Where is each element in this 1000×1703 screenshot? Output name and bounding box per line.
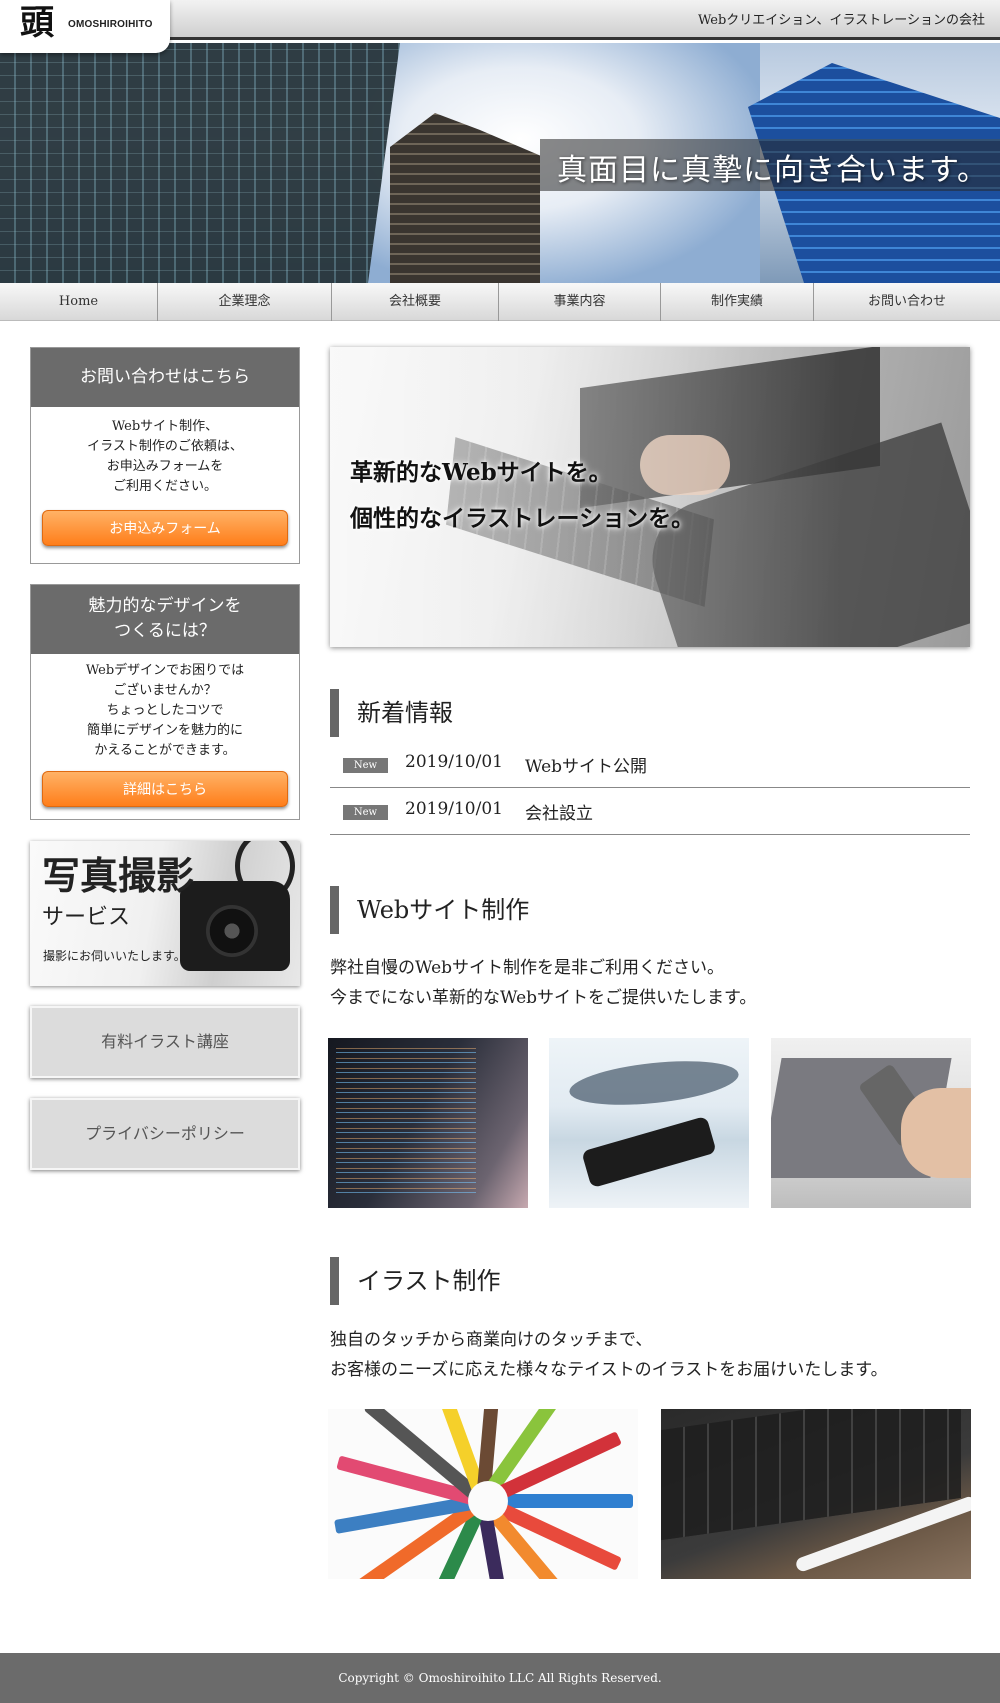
illustration-section-line: お客様のニーズに応えた様々なテイストのイラストをお届けいたします。 (330, 1360, 888, 1380)
web-section-text: 弊社自慢のWebサイト制作を是非ご利用ください。 今までにない革新的なWebサイ… (330, 953, 756, 1013)
new-badge: New (343, 758, 388, 773)
photo-service-banner[interactable]: 写真撮影 サービス 撮影にお伺いいたします。 (30, 841, 300, 986)
phone-water-image (549, 1038, 749, 1208)
sidebar-contact-title: お問い合わせはこちら (31, 348, 299, 407)
keyboard-pen-image (661, 1409, 971, 1579)
illustration-section-line: 独自のタッチから商業向けのタッチまで、 (330, 1330, 653, 1350)
pencil-center (468, 1481, 508, 1521)
sidebar-contact-text: Webサイト制作、 イラスト制作のご依頼は、 お申込みフォームを ご利用ください… (31, 407, 299, 510)
main-nav: Home 企業理念 会社概要 事業内容 制作実績 お問い合わせ (0, 283, 1000, 321)
sidebar-contact-line: ご利用ください。 (112, 479, 217, 494)
sidebar-design-line: ございませんか？ (113, 683, 217, 698)
hero-headline: 真面目に真摯に向き合います。 (557, 153, 988, 188)
hero-banner: 真面目に真摯に向き合います。 (0, 43, 1000, 283)
logo[interactable]: 頭 OMOSHIROIHITO (0, 0, 170, 53)
nav-company[interactable]: 会社概要 (331, 283, 498, 321)
photo-service-title: 写真撮影 (42, 853, 195, 898)
news-heading: 新着情報 (330, 689, 453, 737)
laptop-phone-image (771, 1038, 971, 1208)
main-hero-line: 革新的なWebサイトを。 (350, 459, 612, 486)
header-tagline: Webクリエイション、イラストレーションの会社 (697, 13, 985, 28)
hand-shape (901, 1088, 971, 1178)
phone-shape (581, 1115, 717, 1189)
main-hero-image: 革新的なWebサイトを。 個性的なイラストレーションを。 (330, 347, 970, 647)
hero-fade-overlay (330, 347, 970, 647)
nav-philosophy[interactable]: 企業理念 (157, 283, 331, 321)
logo-text: OMOSHIROIHITO (68, 19, 153, 30)
news-title: Webサイト公開 (525, 757, 648, 777)
sidebar-design-line: ちょっとしたコツで (106, 703, 224, 718)
privacy-policy-button[interactable]: プライバシーポリシー (30, 1098, 300, 1170)
nav-business[interactable]: 事業内容 (498, 283, 660, 321)
sidebar-contact-box: お問い合わせはこちら Webサイト制作、 イラスト制作のご依頼は、 お申込みフォ… (30, 347, 300, 564)
news-item[interactable]: New 2019/10/01 Webサイト公開 (330, 741, 970, 788)
web-section-line: 今までにない革新的なWebサイトをご提供いたします。 (330, 988, 757, 1008)
web-section-heading: Webサイト制作 (330, 886, 529, 934)
sidebar-design-title: 魅力的なデザインを つくるには？ (31, 585, 299, 654)
sidebar-design-title-line: 魅力的なデザインを (88, 596, 242, 616)
copyright-text: Copyright © Omoshiroihito LLC All Rights… (338, 1671, 662, 1685)
sidebar-design-box: 魅力的なデザインを つくるには？ Webデザインでお困りでは ございませんか？ … (30, 584, 300, 820)
nav-works[interactable]: 制作実績 (660, 283, 813, 321)
code-screen-image (328, 1038, 528, 1208)
photo-service-subtitle: サービス (42, 905, 131, 930)
news-title: 会社設立 (525, 804, 593, 824)
main-hero-line: 個性的なイラストレーションを。 (350, 505, 695, 532)
sidebar-design-text: Webデザインでお困りでは ございませんか？ ちょっとしたコツで 簡単にデザイン… (31, 654, 299, 771)
nav-contact[interactable]: お問い合わせ (813, 283, 1000, 321)
details-button[interactable]: 詳細はこちら (42, 771, 288, 807)
hero-building-left-grid (0, 43, 400, 283)
sidebar-contact-line: Webサイト制作、 (111, 419, 219, 434)
water-splash (567, 1054, 741, 1112)
sidebar-contact-line: お申込みフォームを (106, 459, 224, 474)
colored-pencils-image (328, 1409, 638, 1579)
footer: Copyright © Omoshiroihito LLC All Rights… (0, 1653, 1000, 1703)
paid-illustration-course-button[interactable]: 有料イラスト講座 (30, 1006, 300, 1078)
camera-lens-image (206, 905, 258, 957)
nav-home[interactable]: Home (0, 283, 157, 321)
sidebar-design-title-line: つくるには？ (114, 621, 216, 641)
illustration-section-heading: イラスト制作 (330, 1257, 501, 1305)
sidebar-contact-line: イラスト制作のご依頼は、 (87, 439, 243, 454)
photo-service-caption: 撮影にお伺いいたします。 (43, 949, 186, 963)
new-badge: New (343, 805, 388, 820)
sidebar-design-line: かえることができます。 (94, 743, 236, 758)
logo-mark: 頭 (20, 3, 54, 43)
news-date: 2019/10/01 (405, 799, 503, 819)
code-lines (336, 1048, 476, 1198)
sidebar-design-line: 簡単にデザインを魅力的に (86, 723, 243, 738)
web-section-line: 弊社自慢のWebサイト制作を是非ご利用ください。 (330, 958, 725, 978)
application-form-button[interactable]: お申込みフォーム (42, 510, 288, 546)
news-date: 2019/10/01 (405, 752, 503, 772)
illustration-section-text: 独自のタッチから商業向けのタッチまで、 お客様のニーズに応えた様々なテイストのイ… (330, 1325, 888, 1385)
sidebar-design-line: Webデザインでお困りでは (85, 663, 245, 678)
news-item[interactable]: New 2019/10/01 会社設立 (330, 788, 970, 835)
